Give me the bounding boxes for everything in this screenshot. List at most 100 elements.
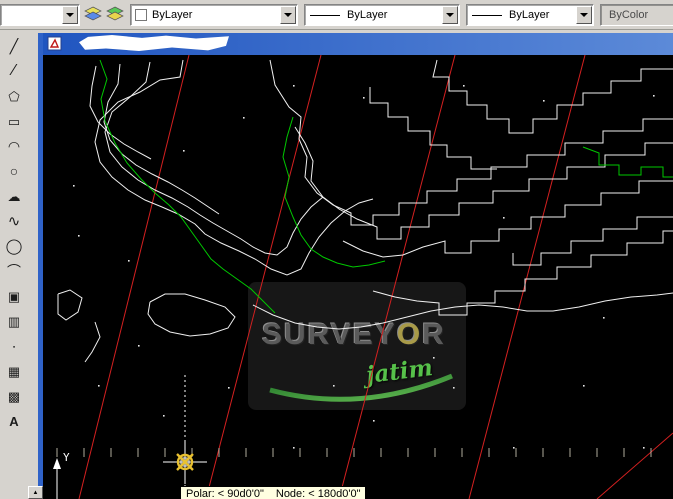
tool-ellipse-button[interactable]: ◯ <box>2 234 26 258</box>
point-node[interactable] <box>98 385 100 387</box>
tool-spline-button[interactable]: ∿ <box>2 209 26 233</box>
contour-line[interactable] <box>84 321 101 363</box>
point-node[interactable] <box>333 385 335 387</box>
contour-line[interactable] <box>512 216 673 266</box>
layer-previous-icon <box>106 6 124 25</box>
drawing-canvas[interactable]: SURVEYOR jatim Y Polar: < 90d0'0" Node: … <box>43 55 673 499</box>
contour-line[interactable] <box>89 65 152 160</box>
point-node[interactable] <box>453 387 455 389</box>
contour-line[interactable] <box>372 230 673 316</box>
tool-make-block-button[interactable]: ▥ <box>2 309 26 333</box>
insert-block-icon: ▣ <box>7 288 21 304</box>
title-redaction <box>79 35 229 51</box>
tool-line-button[interactable]: ╱ <box>2 34 26 58</box>
ucs-arrowhead-icon <box>53 458 61 469</box>
layer-previous-button[interactable] <box>104 3 126 27</box>
revision-cloud-icon: ☁ <box>7 188 21 204</box>
point-node[interactable] <box>503 217 505 219</box>
point-node[interactable] <box>73 185 75 187</box>
section-line[interactable] <box>468 55 586 499</box>
arc-icon: ◠ <box>7 138 21 154</box>
point-node[interactable] <box>228 387 230 389</box>
contour-line[interactable] <box>104 61 324 256</box>
tool-polygon-button[interactable]: ⬠ <box>2 84 26 108</box>
point-node[interactable] <box>243 117 245 119</box>
region-icon: ▩ <box>7 388 21 404</box>
chevron-down-icon[interactable] <box>442 6 458 24</box>
linetype-control-value: ByLayer <box>347 9 388 21</box>
point-icon: ∙ <box>11 337 17 355</box>
contour-line[interactable] <box>294 126 673 240</box>
chevron-down-icon[interactable] <box>280 6 296 24</box>
contour-line[interactable] <box>57 289 83 321</box>
up-arrow-icon: ▲ <box>32 489 39 496</box>
color-control-dropdown[interactable]: ByLayer <box>130 4 298 26</box>
contour-line-minor[interactable] <box>582 146 673 178</box>
section-line[interactable] <box>205 55 322 499</box>
tool-region-button[interactable]: ▩ <box>2 384 26 408</box>
point-node[interactable] <box>78 235 80 237</box>
contour-line[interactable] <box>269 59 673 226</box>
lineweight-sample-icon <box>472 14 502 16</box>
snap-tooltip: Polar: < 90d0'0" Node: < 180d0'0" <box>180 486 367 499</box>
point-node[interactable] <box>128 260 130 262</box>
rectangle-icon: ▭ <box>7 113 21 129</box>
contour-line[interactable] <box>94 59 374 276</box>
chevron-down-icon[interactable] <box>576 6 592 24</box>
point-node[interactable] <box>543 100 545 102</box>
point-node[interactable] <box>643 447 645 449</box>
line-icon: ╱ <box>9 38 19 54</box>
contour-line[interactable] <box>103 63 220 215</box>
ucs-y-label: Y <box>63 451 70 464</box>
cad-entities-layer[interactable]: Y <box>43 55 673 499</box>
point-node[interactable] <box>163 415 165 417</box>
point-node[interactable] <box>293 447 295 449</box>
tool-point-button[interactable]: ∙ <box>2 334 26 358</box>
chevron-down-icon[interactable] <box>62 6 78 24</box>
drawing-window: SURVEYOR jatim Y Polar: < 90d0'0" Node: … <box>38 33 673 499</box>
tool-arc-button[interactable]: ◠ <box>2 134 26 158</box>
point-node[interactable] <box>183 150 185 152</box>
point-node[interactable] <box>513 447 515 449</box>
linetype-sample-icon <box>310 14 340 16</box>
contour-line[interactable] <box>147 293 236 337</box>
section-line[interactable] <box>596 432 673 499</box>
point-node[interactable] <box>293 85 295 87</box>
tool-rectangle-button[interactable]: ▭ <box>2 109 26 133</box>
scroll-up-button[interactable]: ▲ <box>28 486 43 499</box>
properties-toolbar: ByLayer ByLayer ByLayer ByColor <box>0 0 673 30</box>
contour-line[interactable] <box>432 59 673 134</box>
point-node[interactable] <box>463 85 465 87</box>
make-object-layer-current-button[interactable] <box>82 3 104 27</box>
point-node[interactable] <box>583 385 585 387</box>
contour-line[interactable] <box>369 87 497 170</box>
lineweight-control-dropdown[interactable]: ByLayer <box>466 4 594 26</box>
multiline-text-icon: A <box>9 413 19 429</box>
tool-insert-block-button[interactable]: ▣ <box>2 284 26 308</box>
plot-style-control-value: ByColor <box>609 9 649 21</box>
draw-toolbar: ╱ ∕ ⬠ ▭ ◠ ○ ☁ ∿ ◯ ⌒ ▣ ▥ ∙ ▦ ▩ A <box>0 30 28 499</box>
tool-ellipse-arc-button[interactable]: ⌒ <box>2 259 26 283</box>
point-node[interactable] <box>138 345 140 347</box>
tool-construction-line-button[interactable]: ∕ <box>2 59 26 83</box>
section-line[interactable] <box>78 55 190 499</box>
color-swatch <box>135 9 147 21</box>
tool-revision-cloud-button[interactable]: ☁ <box>2 184 26 208</box>
point-node[interactable] <box>373 420 375 422</box>
application-window: ByLayer ByLayer ByLayer ByColor ╱ ∕ ⬠ ▭ ◠ ○ ☁ ∿… <box>0 0 673 499</box>
tool-hatch-button[interactable]: ▦ <box>2 359 26 383</box>
contour-line[interactable] <box>342 180 673 258</box>
tool-multiline-text-button[interactable]: A <box>2 409 26 433</box>
point-node[interactable] <box>433 357 435 359</box>
drawing-window-titlebar[interactable] <box>43 33 673 55</box>
point-node[interactable] <box>363 97 365 99</box>
section-line[interactable] <box>338 55 456 499</box>
polar-tracking-readout: Polar: < 90d0'0" <box>186 488 264 499</box>
contour-line-minor[interactable] <box>282 116 386 268</box>
point-node[interactable] <box>603 317 605 319</box>
layer-dropdown[interactable] <box>0 4 80 26</box>
linetype-control-dropdown[interactable]: ByLayer <box>304 4 460 26</box>
point-node[interactable] <box>653 95 655 97</box>
tool-circle-button[interactable]: ○ <box>2 159 26 183</box>
contour-line[interactable] <box>252 292 673 330</box>
